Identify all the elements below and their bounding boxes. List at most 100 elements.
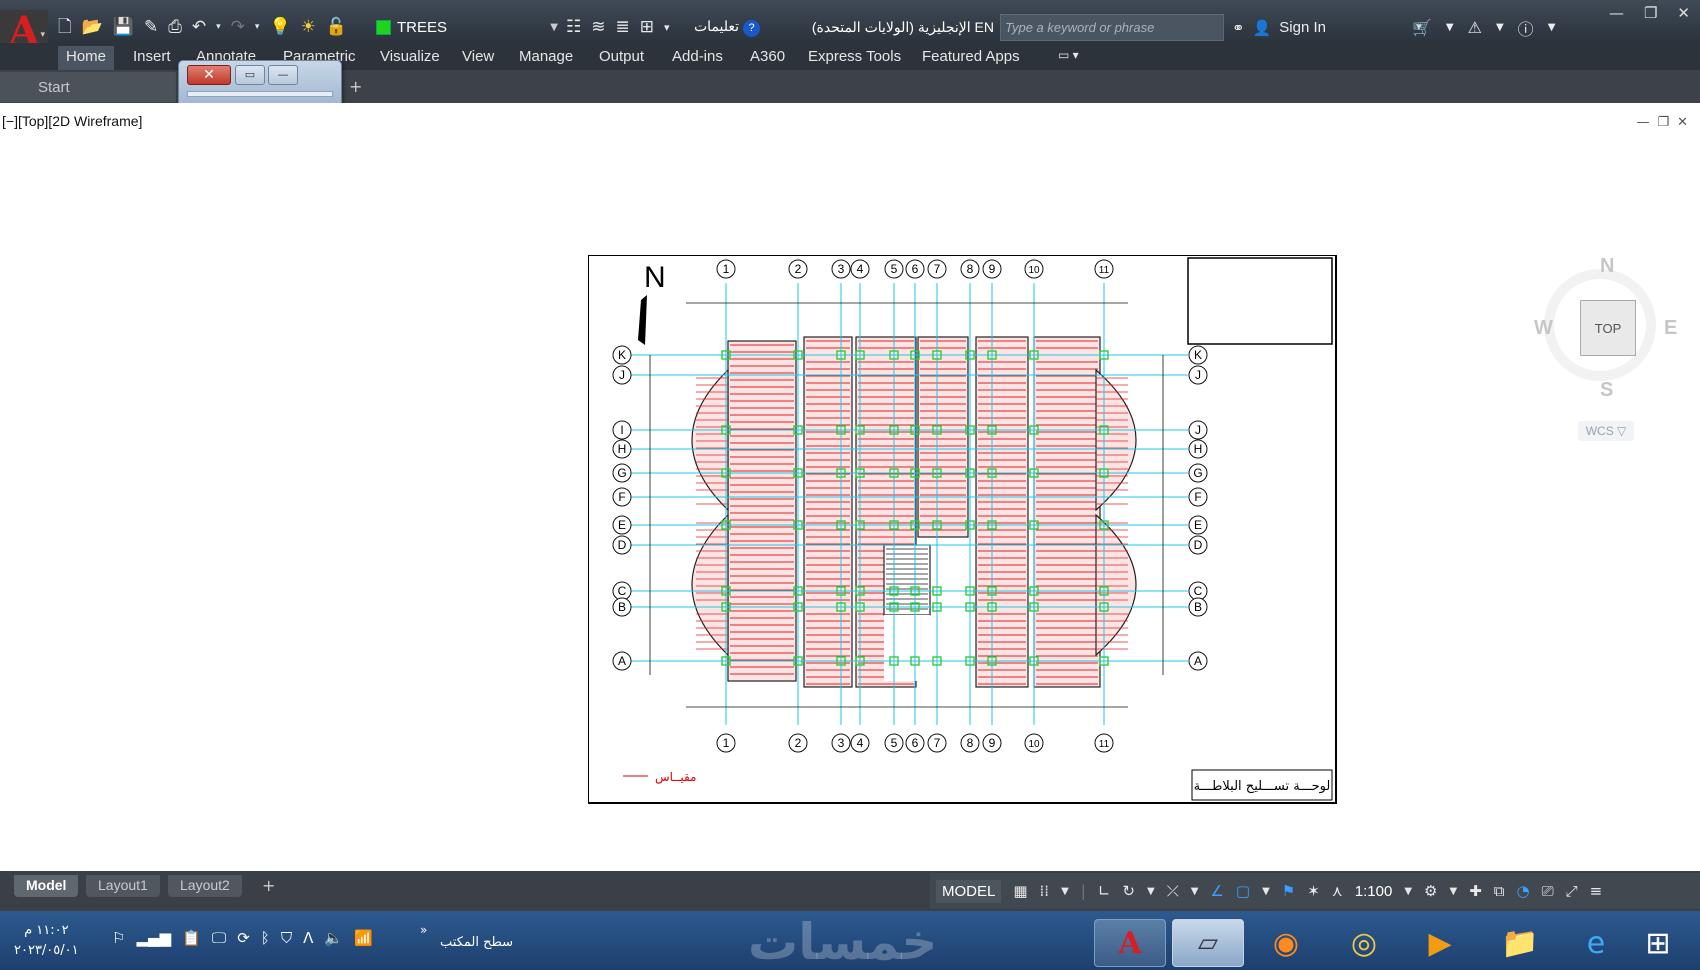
- taskbar-internet-explorer-icon[interactable]: e: [1560, 919, 1632, 967]
- maximize-icon[interactable]: ❐: [1644, 4, 1657, 22]
- auto-scale-icon[interactable]: ✶: [1307, 882, 1320, 900]
- compass-south[interactable]: S: [1600, 379, 1613, 402]
- save-as-icon[interactable]: ✎: [144, 18, 158, 36]
- annotation-scale-icon[interactable]: ⋏: [1332, 882, 1343, 900]
- layer-dropdown[interactable]: TREES ▼: [376, 14, 560, 40]
- sign-in-area[interactable]: ⚭ 👤 Sign In ▼: [1232, 14, 1424, 41]
- tab-start[interactable]: Start: [0, 72, 176, 102]
- model-space-button[interactable]: MODEL: [936, 879, 1002, 903]
- chevron-down-icon[interactable]: ▼: [1446, 22, 1454, 33]
- system-clock[interactable]: ١١:٠٢ م ٢٠٢٣/٠٥/٠١: [14, 921, 79, 961]
- restore-icon[interactable]: ❐: [1657, 115, 1669, 130]
- isolate-objects-icon[interactable]: ⧉: [1494, 882, 1505, 900]
- compass-north[interactable]: N: [1600, 255, 1614, 278]
- layer-thaw-sun-icon[interactable]: ☀: [301, 18, 316, 36]
- new-tab-plus-icon[interactable]: +: [349, 77, 362, 96]
- maximize-icon[interactable]: ▭: [235, 65, 265, 85]
- redo-icon[interactable]: ↷: [231, 18, 245, 36]
- chevron-down-icon[interactable]: ▼: [1450, 886, 1458, 897]
- tab-home[interactable]: Home: [58, 46, 115, 70]
- start-button[interactable]: ⊞: [1630, 919, 1686, 967]
- tab-manage[interactable]: Manage: [519, 46, 573, 70]
- annotation-scale-value[interactable]: 1:100: [1355, 883, 1393, 900]
- isodraft-icon[interactable]: ⤫: [1167, 882, 1179, 900]
- plus-icon[interactable]: ✚: [1469, 882, 1482, 900]
- viewcube-top-face[interactable]: TOP: [1580, 300, 1636, 356]
- hardware-acceleration-icon[interactable]: ◔: [1517, 882, 1530, 900]
- table-icon[interactable]: ⊞: [640, 18, 654, 36]
- tab-layout1[interactable]: Layout1: [86, 875, 160, 897]
- chevron-down-icon[interactable]: ▼: [1191, 886, 1199, 897]
- close-icon[interactable]: ✕: [1677, 115, 1688, 130]
- fullscreen-icon[interactable]: ⤢: [1566, 882, 1578, 900]
- tab-model[interactable]: Model: [14, 875, 79, 897]
- bluetooth-icon[interactable]: ᛒ: [261, 929, 270, 947]
- tab-visualize[interactable]: Visualize: [380, 46, 440, 70]
- undo-icon[interactable]: ↶: [192, 18, 206, 36]
- tab-featured-apps[interactable]: Featured Apps: [922, 46, 1020, 70]
- chevron-down-icon[interactable]: ▼: [1061, 886, 1069, 897]
- taskbar-chrome-icon[interactable]: ◎: [1328, 919, 1400, 967]
- save-icon[interactable]: 💾: [113, 18, 134, 36]
- help-label-group[interactable]: تعليمات?: [694, 18, 764, 37]
- drawing-viewport[interactable]: [−][Top][2D Wireframe] — ❐ ✕ لوحـــة تسـ…: [0, 103, 1700, 963]
- search-input[interactable]: Type a keyword or phrase: [1000, 14, 1224, 41]
- taskbar-explorer-icon[interactable]: 📁: [1484, 919, 1556, 967]
- volume-icon[interactable]: 🔈: [324, 929, 343, 947]
- taskbar-firefox-icon[interactable]: ◉: [1250, 919, 1322, 967]
- binoculars-icon[interactable]: ⚭: [1232, 19, 1245, 37]
- chevron-down-icon[interactable]: ▼: [1262, 886, 1270, 897]
- security-shield-icon[interactable]: ⛉: [281, 929, 292, 947]
- undo-dropdown-icon[interactable]: ▾: [216, 22, 221, 32]
- tab-insert[interactable]: Insert: [133, 46, 171, 70]
- redo-dropdown-icon[interactable]: ▾: [255, 22, 260, 32]
- annotation-visibility-icon[interactable]: ⚑: [1282, 882, 1295, 900]
- ortho-icon[interactable]: ∟: [1098, 882, 1111, 900]
- new-layout-plus-icon[interactable]: +: [262, 876, 275, 895]
- new-file-icon[interactable]: 🗋: [58, 18, 72, 36]
- tab-layout2[interactable]: Layout2: [168, 875, 242, 897]
- autodesk-tray-icon[interactable]: Λ: [303, 929, 313, 947]
- grid-icon[interactable]: ▦: [1013, 882, 1027, 900]
- viewcube[interactable]: TOP N S E W WCS ▽: [1530, 251, 1680, 451]
- taskbar-window-icon[interactable]: ▱: [1172, 919, 1244, 967]
- cart-icon[interactable]: 🛒: [1412, 18, 1432, 37]
- desktop-toolbar[interactable]: » سطح المكتب: [420, 923, 513, 950]
- chevron-down-icon[interactable]: ▼: [1548, 22, 1556, 33]
- chevron-down-icon[interactable]: ▼: [1404, 886, 1412, 897]
- tab-view[interactable]: View: [462, 46, 494, 70]
- tab-output[interactable]: Output: [599, 46, 644, 70]
- tab-express-tools[interactable]: Express Tools: [808, 46, 901, 70]
- wcs-menu[interactable]: WCS ▽: [1578, 421, 1634, 441]
- chevron-down-icon[interactable]: ▼: [1496, 22, 1504, 33]
- viewport-controls-label[interactable]: [−][Top][2D Wireframe]: [2, 113, 142, 129]
- customize-dropdown-icon[interactable]: ▾: [664, 22, 670, 33]
- layer-previous-icon[interactable]: ≣: [616, 18, 630, 36]
- autodesk-app-icon[interactable]: ⚠: [1468, 18, 1482, 37]
- sync-icon[interactable]: ⟳: [237, 929, 250, 947]
- close-icon[interactable]: ✕: [187, 65, 231, 85]
- object-snap-tracking-icon[interactable]: ∠: [1210, 882, 1223, 900]
- open-file-icon[interactable]: 📂: [82, 18, 103, 36]
- taskbar-media-player-icon[interactable]: ▶: [1404, 919, 1476, 967]
- help-icon[interactable]: ⓘ: [1518, 16, 1534, 40]
- compass-east[interactable]: E: [1664, 317, 1677, 340]
- close-icon[interactable]: ✕: [1677, 4, 1690, 22]
- flag-icon[interactable]: ⚐: [112, 929, 125, 947]
- display-icon[interactable]: 🖵: [212, 929, 226, 947]
- language-indicator[interactable]: الإنجليزية (الولايات المتحدة) EN: [812, 19, 994, 36]
- object-snap-icon[interactable]: ▢: [1236, 882, 1250, 900]
- layer-unlock-icon[interactable]: 🔓: [326, 18, 347, 36]
- sign-in-link[interactable]: Sign In: [1279, 19, 1326, 36]
- tab-a360[interactable]: A360: [750, 46, 785, 70]
- match-layer-icon[interactable]: ≋: [591, 18, 605, 36]
- snap-icon[interactable]: ⁞⁞: [1040, 882, 1050, 900]
- taskbar-autocad-icon[interactable]: A: [1094, 919, 1166, 967]
- polar-tracking-icon[interactable]: ↻: [1122, 882, 1135, 900]
- wifi-icon[interactable]: 📶: [354, 929, 373, 947]
- compass-west[interactable]: W: [1534, 317, 1553, 340]
- ribbon-minimize-icon[interactable]: ▭ ▾: [1058, 46, 1079, 70]
- layer-properties-icon[interactable]: ☷: [566, 18, 581, 36]
- network-signal-icon[interactable]: ▂▄▆: [136, 929, 171, 947]
- gear-icon[interactable]: ⚙: [1424, 882, 1437, 900]
